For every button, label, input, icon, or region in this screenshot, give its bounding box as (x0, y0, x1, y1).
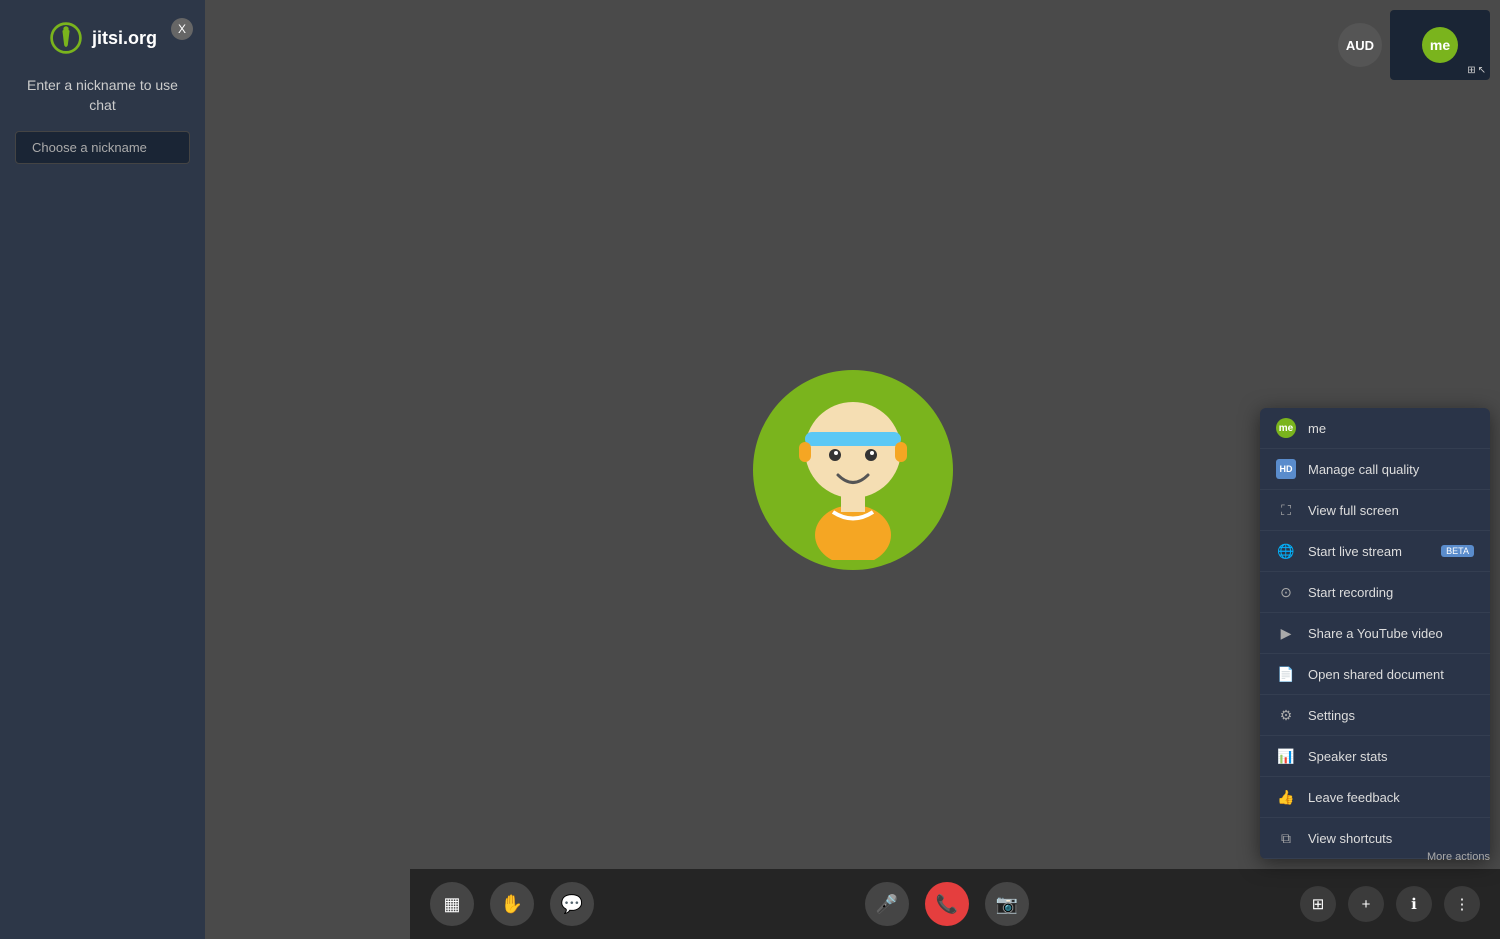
settings-icon: ⚙ (1276, 705, 1296, 725)
chat-icon: 💬 (561, 894, 583, 915)
end-call-icon: 📞 (936, 894, 958, 915)
view-full-screen-label: View full screen (1308, 503, 1474, 518)
context-menu: meme HD Manage call quality ⛶ View full scre… (1260, 408, 1490, 859)
video-off-icon: 📷 (996, 894, 1018, 915)
info-icon: ℹ (1411, 895, 1417, 913)
menu-item-view-full-screen[interactable]: ⛶ View full screen (1260, 490, 1490, 531)
top-right-thumbnails: AUD me ⊞ ↖ (1338, 10, 1490, 80)
sidebar: jitsi.org X Enter a nickname to use chat… (0, 0, 205, 939)
bottom-toolbar: ▦ ✋ 💬 🎤 📞 📷 ⊞ + (410, 869, 1500, 939)
menu-item-start-recording[interactable]: ⊙ Start recording (1260, 572, 1490, 613)
view-full-screen-icon: ⛶ (1276, 500, 1296, 520)
jitsi-logo-icon (48, 20, 84, 56)
manage-call-quality-label: Manage call quality (1308, 462, 1474, 477)
menu-item-start-live-stream[interactable]: 🌐 Start live stream BETA (1260, 531, 1490, 572)
hand-icon: ✋ (501, 894, 523, 915)
logo-text: jitsi.org (92, 28, 157, 49)
center-participant-avatar (753, 370, 953, 570)
menu-item-leave-feedback[interactable]: 👍 Leave feedback (1260, 777, 1490, 818)
apps-icon: ⊞ (1312, 895, 1325, 913)
bottom-left-controls: ▦ ✋ 💬 (430, 882, 594, 926)
tile-view-icon: ▦ (443, 894, 460, 915)
cursor-icon: ↖ (1478, 65, 1486, 76)
add-button[interactable]: + (1348, 886, 1384, 922)
plus-icon: + (1362, 896, 1371, 913)
screen-share-icon: ⊞ (1467, 65, 1475, 76)
settings-label: Settings (1308, 708, 1474, 723)
mute-icon: 🎤 (876, 894, 898, 915)
me-avatar: me (1422, 27, 1458, 63)
view-shortcuts-label: View shortcuts (1308, 831, 1474, 846)
me-thumbnail[interactable]: me ⊞ ↖ (1390, 10, 1490, 80)
end-call-button[interactable]: 📞 (925, 882, 969, 926)
bottom-center-controls: 🎤 📞 📷 (865, 882, 1029, 926)
share-youtube-icon: ▶ (1276, 623, 1296, 643)
mute-button[interactable]: 🎤 (865, 882, 909, 926)
menu-item-open-shared-doc[interactable]: 📄 Open shared document (1260, 654, 1490, 695)
menu-item-manage-call-quality[interactable]: HD Manage call quality (1260, 449, 1490, 490)
start-live-stream-badge: BETA (1441, 545, 1474, 557)
start-recording-label: Start recording (1308, 585, 1474, 600)
me-thumbnail-icons: ⊞ ↖ (1467, 65, 1486, 76)
more-actions-label: More actions (1427, 851, 1490, 863)
main-video-area: AUD me ⊞ ↖ ▦ ✋ 💬 🎤 (205, 0, 1500, 939)
manage-call-quality-icon: HD (1276, 459, 1296, 479)
aud-participant-badge: AUD (1338, 23, 1382, 67)
start-live-stream-icon: 🌐 (1276, 541, 1296, 561)
more-actions-button[interactable]: ⋮ (1444, 886, 1480, 922)
open-shared-doc-icon: 📄 (1276, 664, 1296, 684)
menu-item-share-youtube[interactable]: ▶ Share a YouTube video (1260, 613, 1490, 654)
info-button[interactable]: ℹ (1396, 886, 1432, 922)
open-shared-doc-label: Open shared document (1308, 667, 1474, 682)
leave-feedback-icon: 👍 (1276, 787, 1296, 807)
menu-item-me[interactable]: meme (1260, 408, 1490, 449)
start-recording-icon: ⊙ (1276, 582, 1296, 602)
start-live-stream-label: Start live stream (1308, 544, 1425, 559)
me-label: me (1308, 421, 1474, 436)
leave-feedback-label: Leave feedback (1308, 790, 1474, 805)
chat-prompt-text: Enter a nickname to use chat (15, 76, 190, 115)
apps-button[interactable]: ⊞ (1300, 886, 1336, 922)
video-toggle-button[interactable]: 📷 (985, 882, 1029, 926)
choose-nickname-button[interactable]: Choose a nickname (15, 131, 190, 164)
me-icon: me (1276, 418, 1296, 438)
raise-hand-button[interactable]: ✋ (490, 882, 534, 926)
speaker-stats-icon: 📊 (1276, 746, 1296, 766)
speaker-stats-label: Speaker stats (1308, 749, 1474, 764)
avatar-svg (773, 380, 933, 560)
logo: jitsi.org (48, 20, 157, 56)
chat-button[interactable]: 💬 (550, 882, 594, 926)
view-shortcuts-icon: ⧉ (1276, 828, 1296, 848)
bottom-right-controls: ⊞ + ℹ ⋮ (1300, 886, 1480, 922)
tile-view-button[interactable]: ▦ (430, 882, 474, 926)
share-youtube-label: Share a YouTube video (1308, 626, 1474, 641)
menu-item-speaker-stats[interactable]: 📊 Speaker stats (1260, 736, 1490, 777)
menu-item-settings[interactable]: ⚙ Settings (1260, 695, 1490, 736)
more-icon: ⋮ (1455, 895, 1470, 913)
sidebar-close-button[interactable]: X (171, 18, 193, 40)
